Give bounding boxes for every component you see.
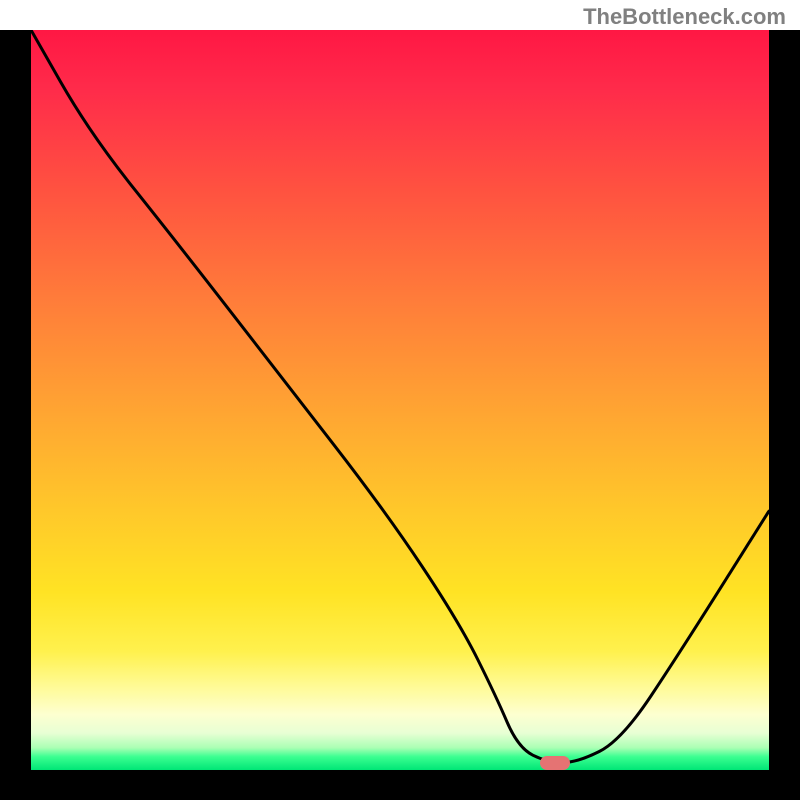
optimal-marker [540,756,570,770]
bottleneck-curve [31,30,769,770]
watermark-label: TheBottleneck.com [583,4,786,30]
plot-frame [0,30,800,800]
chart-stage: TheBottleneck.com [0,0,800,800]
